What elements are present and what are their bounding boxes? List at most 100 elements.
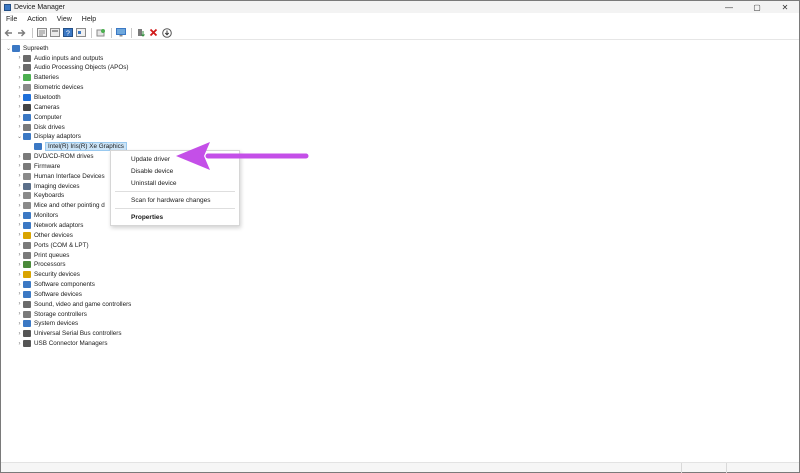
- tree-view-icon[interactable]: [36, 27, 47, 38]
- tree-item[interactable]: › Sound, video and game controllers: [16, 299, 131, 309]
- tree-item[interactable]: › Bluetooth: [16, 92, 61, 102]
- expand-icon[interactable]: ›: [16, 252, 23, 258]
- minimize-button[interactable]: —: [715, 1, 743, 13]
- tree-item[interactable]: › System devices: [16, 319, 78, 329]
- expand-icon[interactable]: ›: [16, 124, 23, 130]
- tree-item[interactable]: › Other devices: [16, 230, 73, 240]
- tree-item[interactable]: › Processors: [16, 260, 66, 270]
- device-category-icon: [23, 202, 31, 210]
- expand-icon[interactable]: ›: [16, 85, 23, 91]
- uninstall-icon[interactable]: [148, 27, 159, 38]
- scan-icon[interactable]: [95, 27, 106, 38]
- expand-icon[interactable]: ›: [16, 262, 23, 268]
- close-button[interactable]: ✕: [771, 1, 799, 13]
- menu-file[interactable]: File: [1, 16, 22, 23]
- tree-item[interactable]: › Universal Serial Bus controllers: [16, 329, 122, 339]
- tree-item[interactable]: › Network adaptors: [16, 220, 83, 230]
- tree-item[interactable]: › Ports (COM & LPT): [16, 240, 89, 250]
- back-icon[interactable]: [3, 27, 14, 38]
- download-icon[interactable]: [161, 27, 172, 38]
- tree-item[interactable]: › Imaging devices: [16, 181, 80, 191]
- expand-icon[interactable]: ›: [16, 301, 23, 307]
- collapse-icon[interactable]: ⌄: [5, 45, 12, 52]
- expand-icon[interactable]: ›: [16, 154, 23, 160]
- tree-item[interactable]: › DVD/CD-ROM drives: [16, 152, 93, 162]
- collapse-icon[interactable]: ⌄: [16, 133, 23, 140]
- tree-item-label: Software devices: [34, 290, 82, 298]
- tree-root[interactable]: ⌄ Supreeth: [5, 43, 49, 53]
- tree-item-label: Mice and other pointing d: [34, 202, 105, 210]
- context-uninstall-device[interactable]: Uninstall device: [131, 180, 177, 187]
- maximize-button[interactable]: ▢: [743, 1, 771, 13]
- tree-item[interactable]: › Monitors: [16, 211, 58, 221]
- tree-item[interactable]: › Biometric devices: [16, 83, 83, 93]
- menu-help[interactable]: Help: [77, 16, 101, 23]
- tree-item[interactable]: › Audio inputs and outputs: [16, 53, 103, 63]
- context-properties[interactable]: Properties: [131, 214, 163, 221]
- expand-icon[interactable]: ›: [16, 213, 23, 219]
- tree-item[interactable]: › Software components: [16, 280, 95, 290]
- tree-item[interactable]: › Security devices: [16, 270, 80, 280]
- tree-item[interactable]: › Batteries: [16, 73, 59, 83]
- tree-item-label: Disk drives: [34, 123, 65, 131]
- context-scan-hardware[interactable]: Scan for hardware changes: [131, 197, 211, 204]
- expand-icon[interactable]: ›: [16, 65, 23, 71]
- tree-item[interactable]: › Audio Processing Objects (APOs): [16, 63, 129, 73]
- context-separator: [115, 208, 235, 209]
- expand-icon[interactable]: ›: [16, 183, 23, 189]
- device-category-icon: [23, 330, 31, 338]
- help-icon[interactable]: ?: [62, 27, 73, 38]
- device-category-icon: [23, 113, 31, 121]
- expand-icon[interactable]: ›: [16, 291, 23, 297]
- expand-icon[interactable]: ›: [16, 232, 23, 238]
- properties-icon[interactable]: [49, 27, 60, 38]
- context-disable-device[interactable]: Disable device: [131, 168, 173, 175]
- tree-item-label: Batteries: [34, 74, 59, 82]
- tree-item[interactable]: › Disk drives: [16, 122, 65, 132]
- expand-icon[interactable]: ›: [16, 94, 23, 100]
- monitor-icon[interactable]: [115, 27, 126, 38]
- menu-action[interactable]: Action: [22, 16, 51, 23]
- expand-icon[interactable]: ›: [16, 341, 23, 347]
- forward-icon[interactable]: [16, 27, 27, 38]
- tree-item[interactable]: › Keyboards: [16, 191, 64, 201]
- expand-icon[interactable]: ›: [16, 222, 23, 228]
- expand-icon[interactable]: ›: [16, 331, 23, 337]
- tree-item-label: Universal Serial Bus controllers: [34, 330, 122, 338]
- expand-icon[interactable]: ›: [16, 282, 23, 288]
- menu-view[interactable]: View: [52, 16, 77, 23]
- tree-item[interactable]: › Storage controllers: [16, 309, 87, 319]
- expand-icon[interactable]: ›: [16, 203, 23, 209]
- context-update-driver[interactable]: Update driver: [131, 156, 170, 163]
- expand-icon[interactable]: ›: [16, 193, 23, 199]
- expand-icon[interactable]: ›: [16, 272, 23, 278]
- tree-item[interactable]: ⌄ Display adaptors: [16, 132, 81, 142]
- tree-item[interactable]: › Computer: [16, 112, 62, 122]
- expand-icon[interactable]: ›: [16, 242, 23, 248]
- tree-item[interactable]: › USB Connector Managers: [16, 339, 108, 349]
- toolbar-separator: [111, 27, 112, 38]
- tree-item[interactable]: › Mice and other pointing d: [16, 201, 105, 211]
- expand-icon[interactable]: ›: [16, 163, 23, 169]
- expand-icon[interactable]: ›: [16, 75, 23, 81]
- expand-icon[interactable]: ›: [16, 321, 23, 327]
- device-category-icon: [23, 192, 31, 200]
- tree-item[interactable]: › Firmware: [16, 161, 60, 171]
- expand-icon[interactable]: ›: [16, 173, 23, 179]
- show-hidden-icon[interactable]: [75, 27, 86, 38]
- tree-item[interactable]: › Print queues: [16, 250, 69, 260]
- update-driver-icon[interactable]: [135, 27, 146, 38]
- device-category-icon: [23, 281, 31, 288]
- tree-item[interactable]: › Cameras: [16, 102, 60, 112]
- tree-item[interactable]: › Software devices: [16, 289, 82, 299]
- device-category-icon: [23, 320, 31, 328]
- device-category-icon: [23, 133, 31, 141]
- expand-icon[interactable]: ›: [16, 114, 23, 120]
- tree-item[interactable]: › Human Interface Devices: [16, 171, 105, 181]
- expand-icon[interactable]: ›: [16, 311, 23, 317]
- context-menu: Update driver Disable device Uninstall d…: [110, 150, 240, 226]
- expand-icon[interactable]: ›: [16, 104, 23, 110]
- tree-item-label: Network adaptors: [34, 221, 84, 229]
- expand-icon[interactable]: ›: [16, 55, 23, 61]
- title-bar: Device Manager — ▢ ✕: [1, 1, 799, 13]
